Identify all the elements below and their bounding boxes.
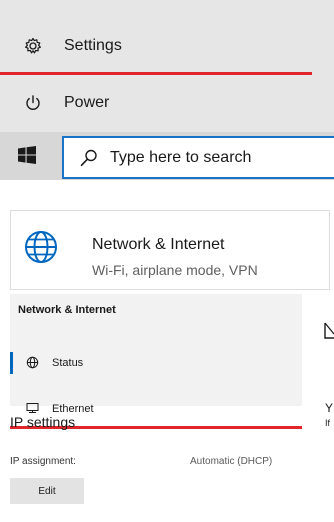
status-illustration-icon [323, 322, 334, 340]
ip-settings-heading: IP settings [10, 414, 76, 430]
home-icon [26, 356, 39, 369]
highlight-underline [0, 72, 312, 75]
windows-start-icon[interactable] [18, 146, 36, 164]
globe-icon [24, 230, 58, 264]
truncated-heading: Y [325, 401, 334, 415]
nav-title: Network & Internet [18, 304, 116, 316]
gear-icon [24, 37, 42, 55]
search-placeholder: Type here to search [110, 148, 252, 166]
tile-subtitle: Wi-Fi, airplane mode, VPN [92, 262, 258, 278]
power-icon [24, 94, 42, 112]
selected-accent-bar [10, 352, 13, 374]
settings-menu-item[interactable]: Settings [0, 23, 334, 69]
search-icon [80, 149, 98, 167]
ip-assignment-value: Automatic (DHCP) [190, 456, 273, 467]
power-label: Power [64, 94, 110, 111]
settings-label: Settings [64, 37, 122, 54]
truncated-text: If [325, 418, 331, 428]
tile-title: Network & Internet [92, 236, 225, 253]
power-menu-item[interactable]: Power [0, 80, 334, 126]
taskbar-search-box[interactable]: Type here to search [62, 136, 334, 179]
nav-item-label: Status [52, 357, 84, 369]
edit-button[interactable]: Edit [10, 478, 84, 504]
ip-assignment-label: IP assignment: [10, 456, 76, 467]
